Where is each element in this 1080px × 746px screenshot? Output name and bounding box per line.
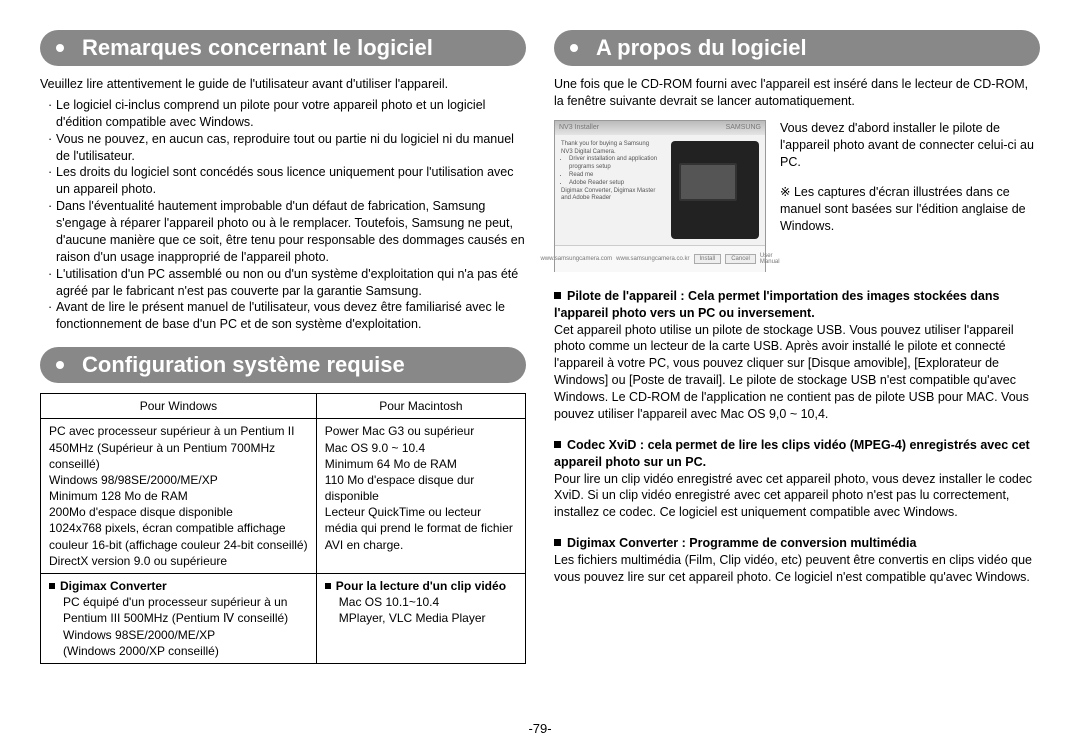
installer-title: NV3 Installer (559, 124, 599, 131)
section-title-codec: Codec XviD : cela permet de lire les cli… (554, 437, 1040, 471)
table-header-windows: Pour Windows (41, 394, 317, 419)
table-header-mac: Pour Macintosh (316, 394, 525, 419)
req-line: Power Mac G3 ou supérieur (325, 423, 517, 439)
table-cell-mac-sub: Pour la lecture d'un clip vidéo Mac OS 1… (316, 574, 525, 664)
bullet-item: Dans l'éventualité hautement improbable … (48, 198, 526, 266)
req-line: (Windows 2000/XP conseillé) (63, 643, 308, 659)
section-title-pilote: Pilote de l'appareil : Cela permet l'imp… (554, 288, 1040, 322)
cancel-button: Cancel (725, 254, 756, 264)
bullet-list: Le logiciel ci-inclus comprend un pilote… (40, 97, 526, 333)
brand-label: SAMSUNG (726, 124, 761, 131)
screenshot-note: Les captures d'écran illustrées dans ce … (780, 184, 1040, 235)
heading-remarques: Remarques concernant le logiciel (82, 35, 433, 61)
install-instruction: Vous devez d'abord installer le pilote d… (780, 120, 1040, 171)
req-line: Windows 98/98SE/2000/ME/XP (49, 472, 308, 488)
req-line: 1024x768 pixels, écran compatible affich… (49, 520, 308, 552)
req-line: PC équipé d'un processeur supérieur à un… (63, 594, 308, 626)
heading-apropos: A propos du logiciel (596, 35, 807, 61)
section-body: Pour lire un clip vidéo enregistré avec … (554, 471, 1040, 522)
sub-title-video: Pour la lecture d'un clip vidéo (325, 578, 517, 594)
section-body: Les fichiers multimédia (Film, Clip vidé… (554, 552, 1040, 586)
section-title-converter: Digimax Converter : Programme de convers… (554, 535, 1040, 552)
req-line: Minimum 64 Mo de RAM (325, 456, 517, 472)
req-line: Minimum 128 Mo de RAM (49, 488, 308, 504)
bullet-item: Avant de lire le présent manuel de l'uti… (48, 299, 526, 333)
footer-link: www.samsungcamera.com (540, 256, 612, 262)
apropos-intro: Une fois que le CD-ROM fourni avec l'app… (554, 76, 1040, 110)
req-line: MPlayer, VLC Media Player (339, 610, 517, 626)
table-cell-mac: Power Mac G3 ou supérieur Mac OS 9.0 ~ 1… (316, 419, 525, 574)
page-number: -79- (0, 721, 1080, 736)
req-line: Windows 98SE/2000/ME/XP (63, 627, 308, 643)
section-body: Cet appareil photo utilise un pilote de … (554, 322, 1040, 423)
req-line: Lecteur QuickTime ou lecteur média qui p… (325, 504, 517, 553)
bullet-item: Le logiciel ci-inclus comprend un pilote… (48, 97, 526, 131)
bullet-item: L'utilisation d'un PC assemblé ou non ou… (48, 266, 526, 300)
footer-link: User Manual (760, 253, 780, 265)
table-cell-windows: PC avec processeur supérieur à un Pentiu… (41, 419, 317, 574)
installer-screenshot: NV3 Installer SAMSUNG Thank you for buyi… (554, 120, 766, 272)
section-header-config: Configuration système requise (40, 347, 526, 383)
bullet-item: Vous ne pouvez, en aucun cas, reproduire… (48, 131, 526, 165)
bullet-item: Les droits du logiciel sont concédés sou… (48, 164, 526, 198)
sub-title-digimax: Digimax Converter (49, 578, 308, 594)
req-line: DirectX version 9.0 ou supérieure (49, 553, 308, 569)
installer-text-area: Thank you for buying a Samsung NV3 Digit… (555, 135, 665, 245)
heading-config: Configuration système requise (82, 352, 405, 378)
section-header-apropos: A propos du logiciel (554, 30, 1040, 66)
install-button: Install (694, 254, 722, 264)
footer-link: www.samsungcamera.co.kr (616, 256, 689, 262)
intro-text: Veuillez lire attentivement le guide de … (40, 76, 526, 93)
camera-image-icon (671, 141, 759, 239)
req-line: 200Mo d'espace disque disponible (49, 504, 308, 520)
req-line: 110 Mo d'espace disque dur disponible (325, 472, 517, 504)
system-requirements-table: Pour Windows Pour Macintosh PC avec proc… (40, 393, 526, 664)
table-cell-windows-sub: Digimax Converter PC équipé d'un process… (41, 574, 317, 664)
section-header-remarques: Remarques concernant le logiciel (40, 30, 526, 66)
req-line: PC avec processeur supérieur à un Pentiu… (49, 423, 308, 472)
req-line: Mac OS 10.1~10.4 (339, 594, 517, 610)
req-line: Mac OS 9.0 ~ 10.4 (325, 440, 517, 456)
